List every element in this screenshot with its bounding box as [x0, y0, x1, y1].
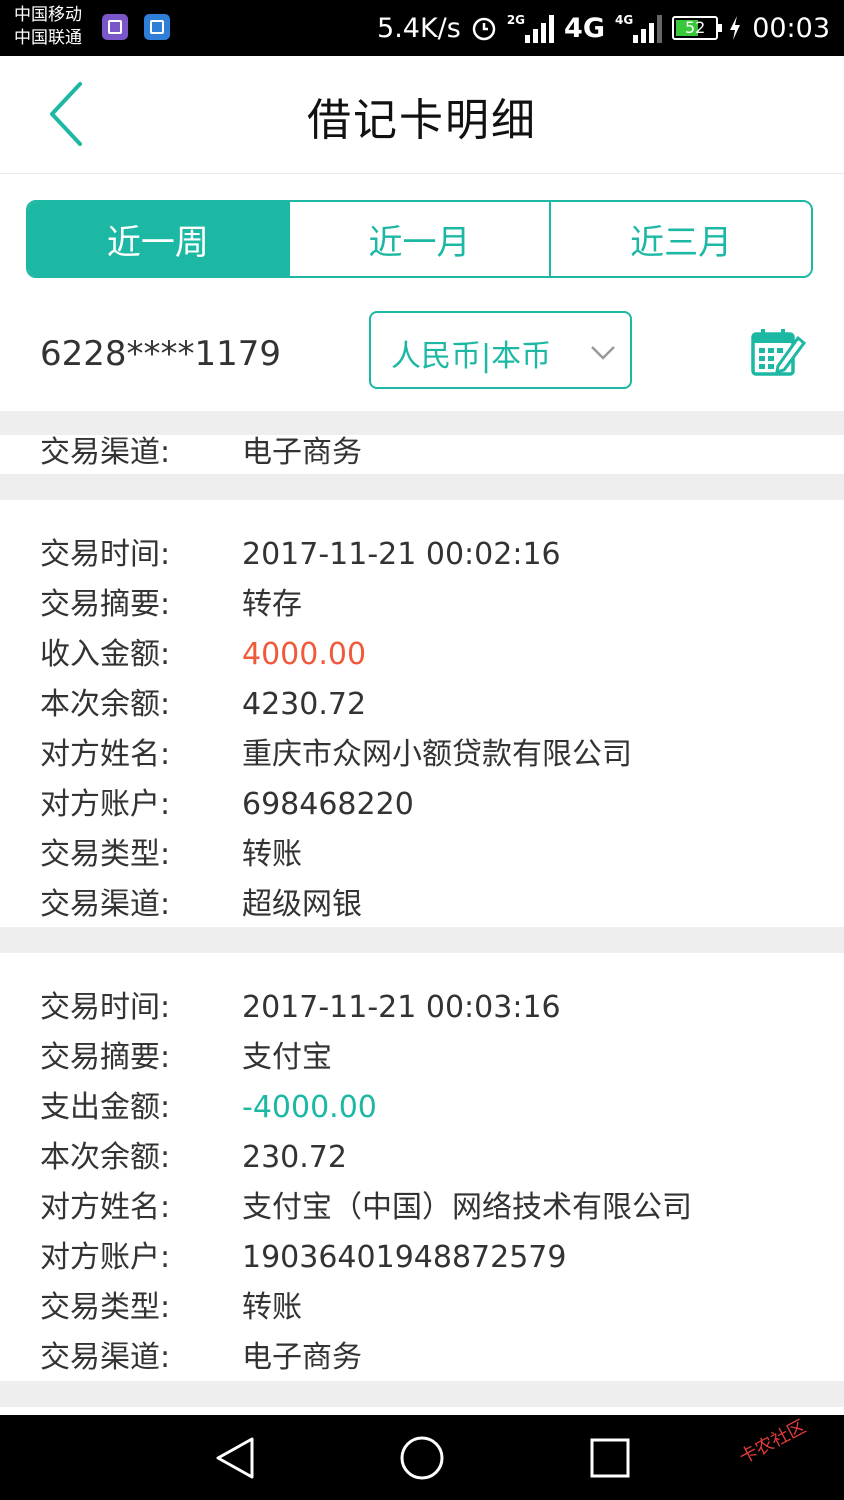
field-label: 交易渠道:: [40, 1340, 171, 1375]
record-field: 对方姓名: 支付宝（中国）网络技术有限公司: [0, 1183, 844, 1233]
record-field: 交易摘要: 支付宝: [0, 1033, 844, 1083]
record-field: 支出金额: -4000.00: [0, 1083, 844, 1133]
signal-icon: [633, 13, 663, 43]
card-number: 6228****1179: [40, 334, 282, 374]
expense-amount: -4000.00: [242, 1090, 377, 1125]
field-label: 交易时间:: [40, 990, 171, 1025]
field-value: 转存: [242, 587, 302, 622]
period-tabs: 近一周 近一月 近三月: [26, 200, 813, 278]
record-field: 交易渠道: 电子商务: [0, 1333, 844, 1383]
field-value: 支付宝: [242, 1040, 332, 1075]
field-label: 对方账户:: [40, 787, 171, 822]
field-label: 本次余额:: [40, 1140, 171, 1175]
alarm-icon: [472, 17, 496, 41]
carrier-2: 中国联通: [14, 28, 82, 48]
carrier-1: 中国移动: [14, 5, 82, 25]
carrier-names: 中国移动 中国联通: [14, 4, 82, 50]
net-speed: 5.4K/s: [377, 12, 461, 44]
income-amount: 4000.00: [242, 637, 367, 672]
record-field: 交易类型: 转账: [0, 830, 844, 880]
tab-last-three-months[interactable]: 近三月: [549, 202, 811, 276]
clock: 00:03: [752, 12, 830, 44]
field-label: 本次余额:: [40, 687, 171, 722]
record-field: 收入金额: 4000.00: [0, 630, 844, 680]
battery-icon: 52: [672, 16, 723, 40]
record-field: 交易类型: 转账: [0, 1283, 844, 1333]
record-field: 本次余额: 4230.72: [0, 680, 844, 730]
network-4g-label: 4G: [564, 12, 605, 44]
field-label: 交易摘要:: [40, 587, 171, 622]
field-label: 交易类型:: [40, 1290, 171, 1325]
field-label: 交易摘要:: [40, 1040, 171, 1075]
record-field: 交易摘要: 转存: [0, 580, 844, 630]
record-field: 对方账户: 698468220: [0, 780, 844, 830]
page-title: 借记卡明细: [307, 95, 537, 146]
field-value: 2017-11-21 00:03:16: [242, 990, 561, 1025]
field-label: 交易时间:: [40, 537, 171, 572]
record-field: 交易时间: 2017-11-21 00:03:16: [0, 983, 844, 1033]
currency-select[interactable]: 人民币|本币: [369, 311, 632, 389]
field-value: 电子商务: [242, 1340, 362, 1375]
field-value: 19036401948872579: [242, 1240, 567, 1275]
tab-last-week[interactable]: 近一周: [28, 202, 288, 276]
signal-2g-label: 2G: [506, 13, 526, 27]
calendar-edit-icon[interactable]: [750, 326, 806, 378]
field-value: 转账: [242, 837, 302, 872]
nav-recent-apps-icon[interactable]: [585, 1435, 635, 1481]
nav-home-icon[interactable]: [397, 1435, 447, 1481]
field-label: 交易渠道:: [40, 435, 171, 470]
field-value: 698468220: [242, 787, 414, 822]
field-label: 支出金额:: [40, 1090, 171, 1125]
field-value: 4230.72: [242, 687, 367, 722]
record-field: 对方姓名: 重庆市众网小额贷款有限公司: [0, 730, 844, 780]
field-value: 超级网银: [242, 887, 362, 922]
record-field: 交易渠道: 电子商务: [0, 428, 844, 478]
record-separator: [0, 474, 844, 500]
tab-last-month[interactable]: 近一月: [287, 202, 550, 276]
signal-icon: [525, 13, 555, 43]
field-label: 对方姓名:: [40, 1190, 171, 1225]
notification-app-icon: [102, 14, 128, 40]
record-separator: [0, 927, 844, 953]
field-value: 电子商务: [242, 435, 362, 470]
field-value: 2017-11-21 00:02:16: [242, 537, 561, 572]
field-label: 交易渠道:: [40, 887, 171, 922]
record-field: 交易时间: 2017-11-21 00:02:16: [0, 530, 844, 580]
app-header: 借记卡明细: [0, 56, 844, 174]
field-label: 交易类型:: [40, 837, 171, 872]
charging-bolt-icon: [730, 16, 741, 40]
field-label: 对方账户:: [40, 1240, 171, 1275]
battery-level: 52: [685, 18, 706, 37]
field-label: 收入金额:: [40, 637, 171, 672]
status-bar: 中国移动 中国联通 5.4K/s 2G 4G 4G 52 00:03: [0, 0, 844, 56]
currency-selected-value: 人民币|本币: [391, 339, 552, 374]
system-nav-bar: [0, 1415, 844, 1500]
field-value: 重庆市众网小额贷款有限公司: [242, 737, 632, 772]
record-field: 交易渠道: 超级网银: [0, 880, 844, 930]
nav-back-icon[interactable]: [210, 1435, 260, 1481]
record-field: 本次余额: 230.72: [0, 1133, 844, 1183]
field-value: 支付宝（中国）网络技术有限公司: [242, 1190, 692, 1225]
field-label: 对方姓名:: [40, 737, 171, 772]
notification-app-icon: [144, 14, 170, 40]
chevron-down-icon: [591, 346, 615, 360]
record-field: 对方账户: 19036401948872579: [0, 1233, 844, 1283]
network-4g-small-label: 4G: [614, 13, 634, 27]
field-value: 230.72: [242, 1140, 347, 1175]
record-separator: [0, 1381, 844, 1407]
field-value: 转账: [242, 1290, 302, 1325]
